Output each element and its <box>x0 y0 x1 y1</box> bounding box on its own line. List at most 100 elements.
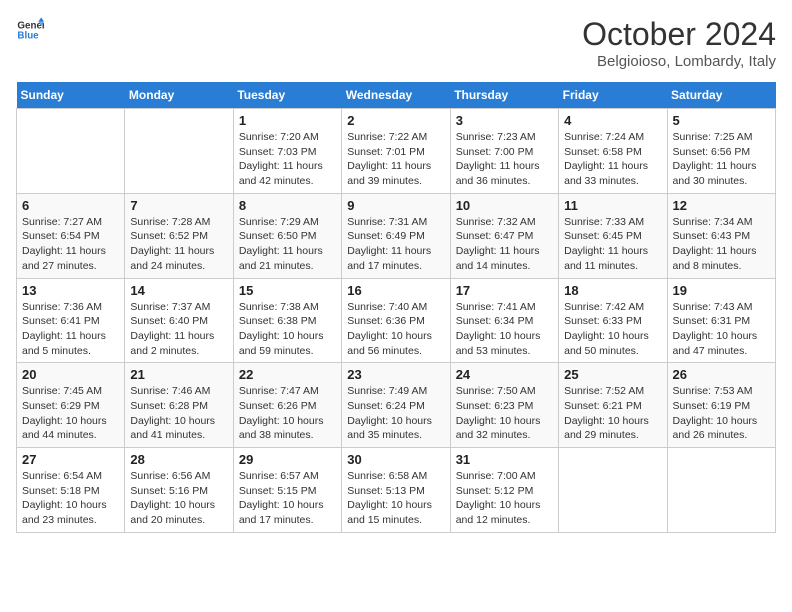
day-number: 31 <box>456 452 553 467</box>
weekday-header: Wednesday <box>342 82 450 109</box>
day-number: 17 <box>456 283 553 298</box>
calendar-cell: 31 Sunrise: 7:00 AMSunset: 5:12 PMDayligh… <box>450 448 558 533</box>
calendar-cell: 9Sunrise: 7:31 AMSunset: 6:49 PMDaylight… <box>342 193 450 278</box>
day-number: 28 <box>130 452 227 467</box>
weekday-header: Monday <box>125 82 233 109</box>
day-number: 15 <box>239 283 336 298</box>
location: Belgioioso, Lombardy, Italy <box>582 53 776 70</box>
day-info: Sunrise: 7:42 AMSunset: 6:33 PMDaylight:… <box>564 300 661 359</box>
day-info: Sunrise: 7:46 AMSunset: 6:28 PMDaylight:… <box>130 384 227 443</box>
calendar-cell: 25 Sunrise: 7:52 AMSunset: 6:21 PMDayligh… <box>559 363 667 448</box>
calendar-cell: 4 Sunrise: 7:24 AMSunset: 6:58 PMDaylight… <box>559 109 667 194</box>
day-number: 23 <box>347 367 444 382</box>
weekday-header: Thursday <box>450 82 558 109</box>
day-number: 22 <box>239 367 336 382</box>
calendar-week-row: 27 Sunrise: 6:54 AMSunset: 5:18 PMDayligh… <box>17 448 776 533</box>
day-info: Sunrise: 7:47 AMSunset: 6:26 PMDaylight:… <box>239 384 336 443</box>
weekday-header: Tuesday <box>233 82 341 109</box>
calendar-cell: 5 Sunrise: 7:25 AMSunset: 6:56 PMDaylight… <box>667 109 775 194</box>
calendar-cell: 20Sunrise: 7:45 AMSunset: 6:29 PMDayligh… <box>17 363 125 448</box>
day-number: 29 <box>239 452 336 467</box>
title-area: October 2024 Belgioioso, Lombardy, Italy <box>582 16 776 70</box>
day-info: Sunrise: 7:20 AMSunset: 7:03 PMDaylight:… <box>239 130 336 189</box>
day-number: 8 <box>239 198 336 213</box>
day-number: 7 <box>130 198 227 213</box>
day-info: Sunrise: 7:32 AMSunset: 6:47 PMDaylight:… <box>456 215 553 274</box>
day-info: Sunrise: 7:00 AMSunset: 5:12 PMDaylight:… <box>456 469 553 528</box>
day-number: 19 <box>673 283 770 298</box>
weekday-header-row: SundayMondayTuesdayWednesdayThursdayFrid… <box>17 82 776 109</box>
day-number: 11 <box>564 198 661 213</box>
weekday-header: Saturday <box>667 82 775 109</box>
day-number: 1 <box>239 113 336 128</box>
day-number: 2 <box>347 113 444 128</box>
day-number: 20 <box>22 367 119 382</box>
day-info: Sunrise: 7:34 AMSunset: 6:43 PMDaylight:… <box>673 215 770 274</box>
day-number: 30 <box>347 452 444 467</box>
calendar-week-row: 13 Sunrise: 7:36 AMSunset: 6:41 PMDayligh… <box>17 278 776 363</box>
day-number: 5 <box>673 113 770 128</box>
calendar-cell <box>17 109 125 194</box>
calendar-cell <box>125 109 233 194</box>
calendar-cell: 28 Sunrise: 6:56 AMSunset: 5:16 PMDayligh… <box>125 448 233 533</box>
day-info: Sunrise: 7:36 AMSunset: 6:41 PMDaylight:… <box>22 300 119 359</box>
day-info: Sunrise: 7:40 AMSunset: 6:36 PMDaylight:… <box>347 300 444 359</box>
day-number: 14 <box>130 283 227 298</box>
day-info: Sunrise: 6:54 AMSunset: 5:18 PMDaylight:… <box>22 469 119 528</box>
day-info: Sunrise: 7:29 AMSunset: 6:50 PMDaylight:… <box>239 215 336 274</box>
day-number: 18 <box>564 283 661 298</box>
calendar-week-row: 20Sunrise: 7:45 AMSunset: 6:29 PMDayligh… <box>17 363 776 448</box>
day-number: 4 <box>564 113 661 128</box>
day-number: 21 <box>130 367 227 382</box>
weekday-header: Friday <box>559 82 667 109</box>
calendar-cell <box>667 448 775 533</box>
calendar-cell: 29 Sunrise: 6:57 AMSunset: 5:15 PMDayligh… <box>233 448 341 533</box>
day-info: Sunrise: 6:57 AMSunset: 5:15 PMDaylight:… <box>239 469 336 528</box>
calendar-cell: 13 Sunrise: 7:36 AMSunset: 6:41 PMDayligh… <box>17 278 125 363</box>
day-info: Sunrise: 7:33 AMSunset: 6:45 PMDaylight:… <box>564 215 661 274</box>
page-header: General Blue October 2024 Belgioioso, Lo… <box>16 16 776 70</box>
day-info: Sunrise: 7:23 AMSunset: 7:00 PMDaylight:… <box>456 130 553 189</box>
day-number: 26 <box>673 367 770 382</box>
day-info: Sunrise: 7:27 AMSunset: 6:54 PMDaylight:… <box>22 215 119 274</box>
day-info: Sunrise: 6:58 AMSunset: 5:13 PMDaylight:… <box>347 469 444 528</box>
calendar-cell: 26 Sunrise: 7:53 AMSunset: 6:19 PMDayligh… <box>667 363 775 448</box>
calendar-cell: 22 Sunrise: 7:47 AMSunset: 6:26 PMDayligh… <box>233 363 341 448</box>
calendar-cell: 27 Sunrise: 6:54 AMSunset: 5:18 PMDayligh… <box>17 448 125 533</box>
day-info: Sunrise: 7:50 AMSunset: 6:23 PMDaylight:… <box>456 384 553 443</box>
day-number: 24 <box>456 367 553 382</box>
day-info: Sunrise: 7:41 AMSunset: 6:34 PMDaylight:… <box>456 300 553 359</box>
month-title: October 2024 <box>582 16 776 53</box>
day-info: Sunrise: 6:56 AMSunset: 5:16 PMDaylight:… <box>130 469 227 528</box>
day-info: Sunrise: 7:22 AMSunset: 7:01 PMDaylight:… <box>347 130 444 189</box>
calendar-cell: 11 Sunrise: 7:33 AMSunset: 6:45 PMDayligh… <box>559 193 667 278</box>
day-info: Sunrise: 7:49 AMSunset: 6:24 PMDaylight:… <box>347 384 444 443</box>
calendar-cell: 7 Sunrise: 7:28 AMSunset: 6:52 PMDaylight… <box>125 193 233 278</box>
day-info: Sunrise: 7:25 AMSunset: 6:56 PMDaylight:… <box>673 130 770 189</box>
day-number: 25 <box>564 367 661 382</box>
day-info: Sunrise: 7:24 AMSunset: 6:58 PMDaylight:… <box>564 130 661 189</box>
day-info: Sunrise: 7:37 AMSunset: 6:40 PMDaylight:… <box>130 300 227 359</box>
day-info: Sunrise: 7:38 AMSunset: 6:38 PMDaylight:… <box>239 300 336 359</box>
calendar-cell: 12Sunrise: 7:34 AMSunset: 6:43 PMDayligh… <box>667 193 775 278</box>
calendar-cell: 17 Sunrise: 7:41 AMSunset: 6:34 PMDayligh… <box>450 278 558 363</box>
day-number: 3 <box>456 113 553 128</box>
calendar-week-row: 6Sunrise: 7:27 AMSunset: 6:54 PMDaylight… <box>17 193 776 278</box>
day-info: Sunrise: 7:28 AMSunset: 6:52 PMDaylight:… <box>130 215 227 274</box>
calendar-cell: 10Sunrise: 7:32 AMSunset: 6:47 PMDayligh… <box>450 193 558 278</box>
calendar-cell: 19Sunrise: 7:43 AMSunset: 6:31 PMDayligh… <box>667 278 775 363</box>
day-info: Sunrise: 7:53 AMSunset: 6:19 PMDaylight:… <box>673 384 770 443</box>
calendar-cell: 16 Sunrise: 7:40 AMSunset: 6:36 PMDayligh… <box>342 278 450 363</box>
calendar-cell: 14 Sunrise: 7:37 AMSunset: 6:40 PMDayligh… <box>125 278 233 363</box>
calendar-cell: 2 Sunrise: 7:22 AMSunset: 7:01 PMDaylight… <box>342 109 450 194</box>
day-number: 13 <box>22 283 119 298</box>
day-number: 27 <box>22 452 119 467</box>
day-info: Sunrise: 7:52 AMSunset: 6:21 PMDaylight:… <box>564 384 661 443</box>
calendar-cell: 8 Sunrise: 7:29 AMSunset: 6:50 PMDaylight… <box>233 193 341 278</box>
day-info: Sunrise: 7:31 AMSunset: 6:49 PMDaylight:… <box>347 215 444 274</box>
calendar-cell: 30 Sunrise: 6:58 AMSunset: 5:13 PMDayligh… <box>342 448 450 533</box>
svg-text:Blue: Blue <box>17 30 39 41</box>
day-number: 16 <box>347 283 444 298</box>
weekday-header: Sunday <box>17 82 125 109</box>
calendar-cell: 15 Sunrise: 7:38 AMSunset: 6:38 PMDayligh… <box>233 278 341 363</box>
